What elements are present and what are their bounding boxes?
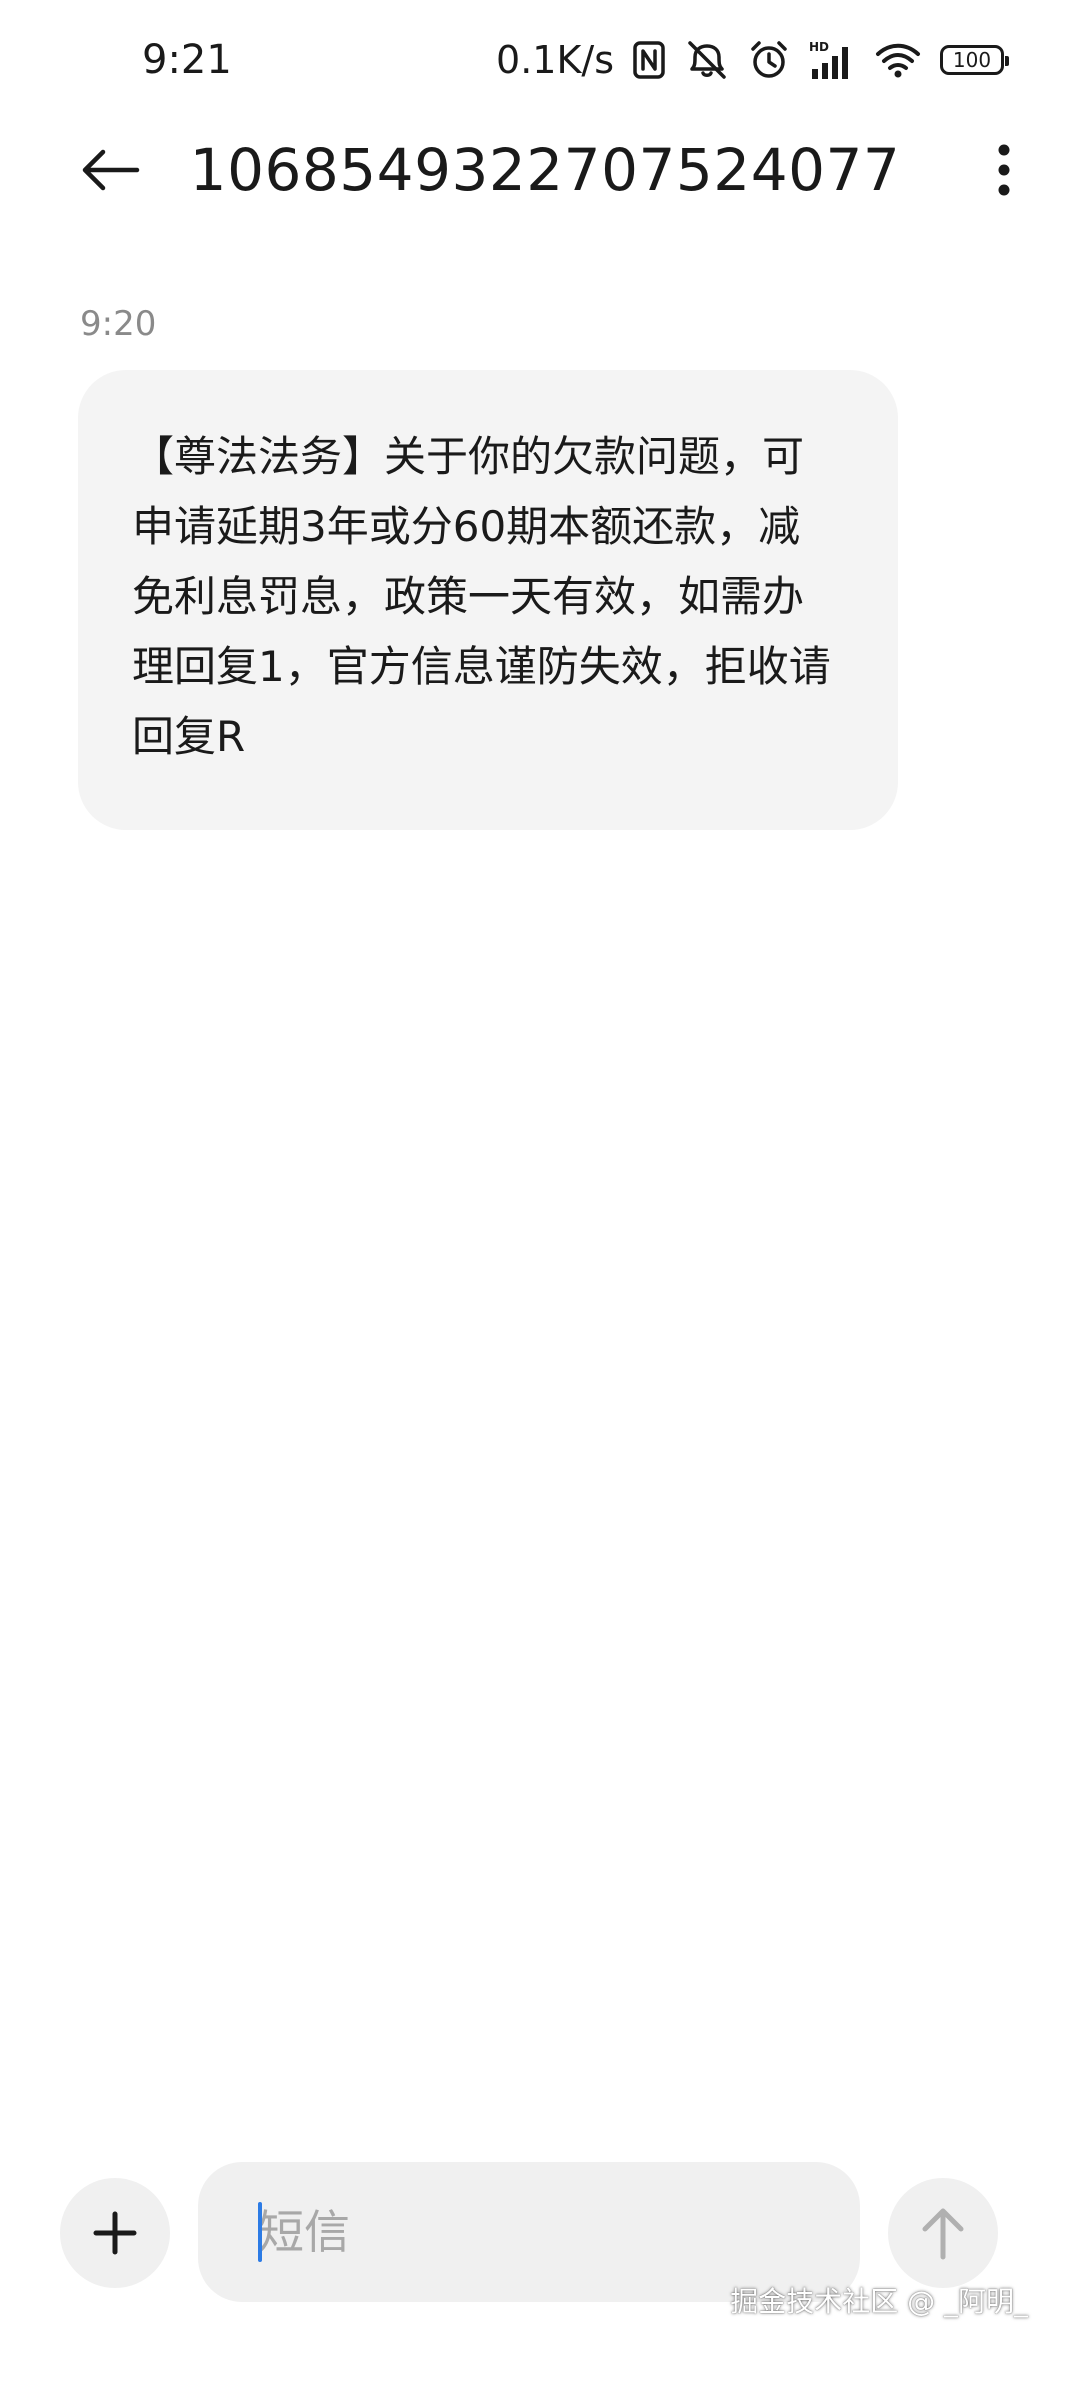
attach-button[interactable] [60,2178,170,2288]
arrow-up-icon [922,2208,964,2260]
battery-level: 100 [952,48,992,72]
more-vertical-icon [998,144,1010,196]
wifi-icon [874,38,922,82]
status-time: 9:21 [142,37,232,83]
arrow-left-icon [82,149,140,191]
text-caret [258,2202,262,2262]
hd-signal-icon: HD [808,38,856,82]
message-timestamp: 9:20 [80,304,157,344]
messaging-screen: 9:21 0.1K/s HD 100 1068549322707524077 9… [0,0,1080,2400]
plus-icon [93,2211,137,2255]
status-icons: 0.1K/s HD 100 [496,32,1009,88]
message-text: 【尊法法务】关于你的欠款问题，可申请延期3年或分60期本额还款，减免利息罚息，政… [132,432,831,761]
app-bar: 1068549322707524077 [0,120,1080,220]
nfc-icon [632,38,666,82]
svg-text:HD: HD [809,40,829,54]
alarm-icon [748,38,790,82]
more-options-button[interactable] [968,134,1040,206]
battery-icon: 100 [940,45,1009,75]
back-button[interactable] [68,138,152,202]
watermark: 掘金技术社区 @ _阿明_ [730,2285,1028,2318]
conversation-title: 1068549322707524077 [189,136,901,204]
mute-icon [684,38,730,82]
incoming-message-bubble[interactable]: 【尊法法务】关于你的欠款问题，可申请延期3年或分60期本额还款，减免利息罚息，政… [78,370,898,830]
status-bar: 9:21 0.1K/s HD 100 [0,0,1080,120]
send-button[interactable] [888,2178,998,2288]
network-speed: 0.1K/s [496,38,614,82]
message-input[interactable] [258,2192,798,2272]
message-compose-field[interactable] [198,2162,860,2302]
